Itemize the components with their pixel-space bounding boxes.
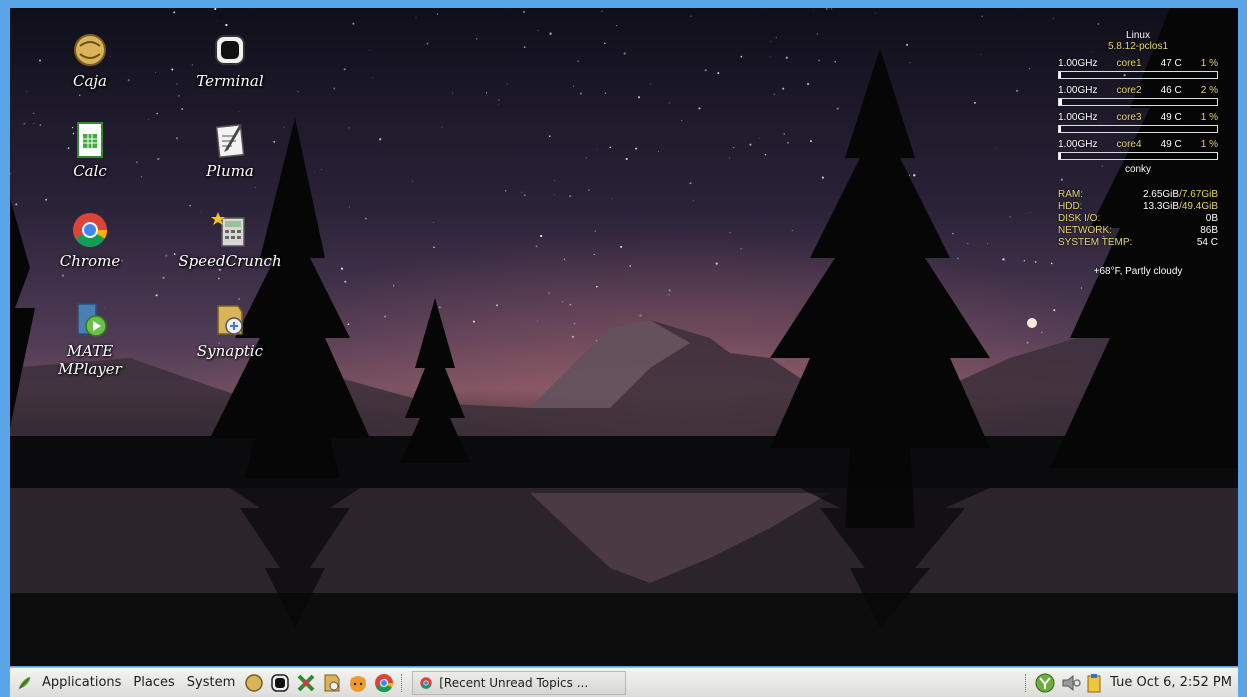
desktop-icon-chrome[interactable]: Chrome bbox=[35, 210, 145, 270]
stat-value: 86B bbox=[1200, 225, 1218, 236]
cpu-load-fill bbox=[1059, 126, 1061, 132]
cpu-percent: 1 % bbox=[1200, 58, 1218, 69]
desktop-icon-label: Caja bbox=[72, 72, 107, 90]
cpu-core: core1 bbox=[1116, 58, 1142, 69]
cpu-load-bar bbox=[1058, 71, 1218, 79]
libreoffice-calc-icon bbox=[77, 122, 103, 158]
conky-stats: RAM: 2.65GiB/7.67GiB HDD: 13.3GiB/49.4GiB DI… bbox=[1058, 189, 1218, 248]
speedcrunch-calculator-icon bbox=[211, 212, 245, 247]
conky-stat-row: DISK I/O: 0B bbox=[1058, 213, 1218, 224]
chrome-icon bbox=[420, 676, 432, 689]
stat-value: 54 C bbox=[1196, 237, 1218, 248]
desktop-icon-synaptic[interactable]: Synaptic bbox=[175, 300, 285, 360]
cpu-freq: 1.00GHz bbox=[1058, 58, 1098, 69]
stat-label: DISK I/O: bbox=[1058, 213, 1101, 224]
desktop-icon-label: Chrome bbox=[59, 252, 121, 270]
firefox-fox-icon[interactable] bbox=[347, 672, 369, 694]
conky-cpu-row: 1.00GHz core4 49 C 1 % bbox=[1058, 139, 1218, 150]
bottom-panel: Applications Places System [Recent Unrea… bbox=[10, 667, 1238, 697]
conky-stat-row: SYSTEM TEMP: 54 C bbox=[1058, 237, 1218, 248]
conky-stat-row: NETWORK: 86B bbox=[1058, 225, 1218, 236]
desktop-icon-terminal[interactable]: Terminal bbox=[175, 30, 285, 90]
cpu-load-fill bbox=[1059, 99, 1063, 105]
stat-value: 0B bbox=[1205, 213, 1218, 224]
synaptic-icon[interactable] bbox=[321, 672, 343, 694]
caja-icon[interactable] bbox=[243, 672, 265, 694]
desktop-icon-speedcrunch[interactable]: SpeedCrunch bbox=[175, 210, 285, 270]
terminal-icon bbox=[215, 35, 245, 65]
stat-total: 49.4GiB bbox=[1181, 201, 1218, 212]
terminal-icon[interactable] bbox=[269, 672, 291, 694]
conky-os: Linux bbox=[1126, 30, 1150, 41]
stat-label: SYSTEM TEMP: bbox=[1058, 237, 1133, 248]
cpu-load-bar bbox=[1058, 98, 1218, 106]
clipboard-icon[interactable] bbox=[1086, 672, 1102, 694]
cpu-temp: 46 C bbox=[1160, 85, 1182, 96]
conky-title: conky bbox=[1124, 164, 1152, 175]
cpu-temp: 49 C bbox=[1160, 112, 1182, 123]
cpu-core: core2 bbox=[1116, 85, 1142, 96]
cpu-temp: 47 C bbox=[1160, 58, 1182, 69]
cpu-freq: 1.00GHz bbox=[1058, 112, 1098, 123]
conky-cpu-row: 1.00GHz core3 49 C 1 % bbox=[1058, 112, 1218, 123]
cpu-load-fill bbox=[1059, 72, 1061, 78]
panel-separator bbox=[1025, 673, 1028, 692]
stat-value: 2.65GiB bbox=[1142, 189, 1180, 200]
desktop-icon-caja[interactable]: Caja bbox=[35, 30, 145, 90]
cpu-freq: 1.00GHz bbox=[1058, 85, 1098, 96]
desktop-icon-pluma[interactable]: Pluma bbox=[175, 120, 285, 180]
cpu-core: core4 bbox=[1116, 139, 1142, 150]
stat-label: RAM: bbox=[1058, 189, 1083, 200]
desktop-icon-calc[interactable]: Calc bbox=[35, 120, 145, 180]
caja-file-manager-icon bbox=[74, 34, 106, 66]
clock[interactable]: Tue Oct 6, 2:52 PM bbox=[1104, 675, 1238, 690]
stat-value: 13.3GiB bbox=[1142, 201, 1180, 212]
chrome-icon bbox=[73, 213, 107, 247]
update-notifier-icon[interactable] bbox=[1034, 672, 1056, 694]
conky-cpu-row: 1.00GHz core2 46 C 2 % bbox=[1058, 85, 1218, 96]
desktop-icon-mate-mplayer[interactable]: MATE MPlayer bbox=[35, 300, 145, 378]
desktop-icon-label: Terminal bbox=[196, 72, 264, 90]
conky-cpu-row: 1.00GHz core1 47 C 1 % bbox=[1058, 58, 1218, 69]
chrome-icon[interactable] bbox=[373, 672, 395, 694]
cpu-load-fill bbox=[1059, 153, 1061, 159]
volume-icon[interactable] bbox=[1060, 672, 1082, 694]
stat-label: HDD: bbox=[1058, 201, 1083, 212]
desktop-icon-label: Calc bbox=[73, 162, 107, 180]
applications-menu[interactable]: Applications bbox=[36, 675, 127, 690]
panel-separator bbox=[401, 673, 404, 692]
synaptic-package-manager-icon bbox=[217, 305, 243, 335]
cpu-core: core3 bbox=[1116, 112, 1142, 123]
conky-cpu-list: 1.00GHz core1 47 C1 % 1.00GHz core2 46 C2 % 1.… bbox=[1058, 58, 1218, 160]
desktop-icon-label: Synaptic bbox=[196, 342, 264, 360]
stat-total: 7.67GiB bbox=[1181, 189, 1218, 200]
cpu-load-bar bbox=[1058, 152, 1218, 160]
cpu-temp: 49 C bbox=[1160, 139, 1182, 150]
cpu-percent: 2 % bbox=[1200, 85, 1218, 96]
system-tray: Tue Oct 6, 2:52 PM bbox=[1021, 672, 1238, 694]
conky-stat-row: RAM: 2.65GiB/7.67GiB bbox=[1058, 189, 1218, 200]
places-menu[interactable]: Places bbox=[127, 675, 180, 690]
desktop-wallpaper[interactable]: Caja Terminal Calc Pluma Chrome SpeedCru… bbox=[10, 8, 1238, 666]
system-menu[interactable]: System bbox=[181, 675, 241, 690]
cpu-freq: 1.00GHz bbox=[1058, 139, 1098, 150]
conky-stat-row: HDD: 13.3GiB/49.4GiB bbox=[1058, 201, 1218, 212]
cpu-percent: 1 % bbox=[1200, 139, 1218, 150]
conky-kernel: 5.8.12-pclos1 bbox=[1107, 41, 1169, 52]
cpu-load-bar bbox=[1058, 125, 1218, 133]
conky-system-monitor: Linux 5.8.12-pclos1 1.00GHz core1 47 C1 % 1… bbox=[1058, 30, 1218, 277]
taskbar-window-title: [Recent Unread Topics ... bbox=[439, 675, 589, 690]
conky-weather: +68°F, Partly cloudy bbox=[1093, 266, 1183, 277]
xchat-icon[interactable] bbox=[295, 672, 317, 694]
stat-label: NETWORK: bbox=[1058, 225, 1112, 236]
desktop-icon-label: SpeedCrunch bbox=[178, 252, 282, 270]
pluma-text-editor-icon bbox=[215, 123, 245, 158]
mate-mplayer-icon bbox=[77, 303, 107, 337]
desktop-icon-label: MATE MPlayer bbox=[58, 342, 122, 378]
cpu-percent: 1 % bbox=[1200, 112, 1218, 123]
taskbar-window-button[interactable]: [Recent Unread Topics ... bbox=[412, 670, 627, 695]
desktop-icon-label: Pluma bbox=[206, 162, 254, 180]
mate-menu-icon[interactable] bbox=[16, 674, 34, 692]
